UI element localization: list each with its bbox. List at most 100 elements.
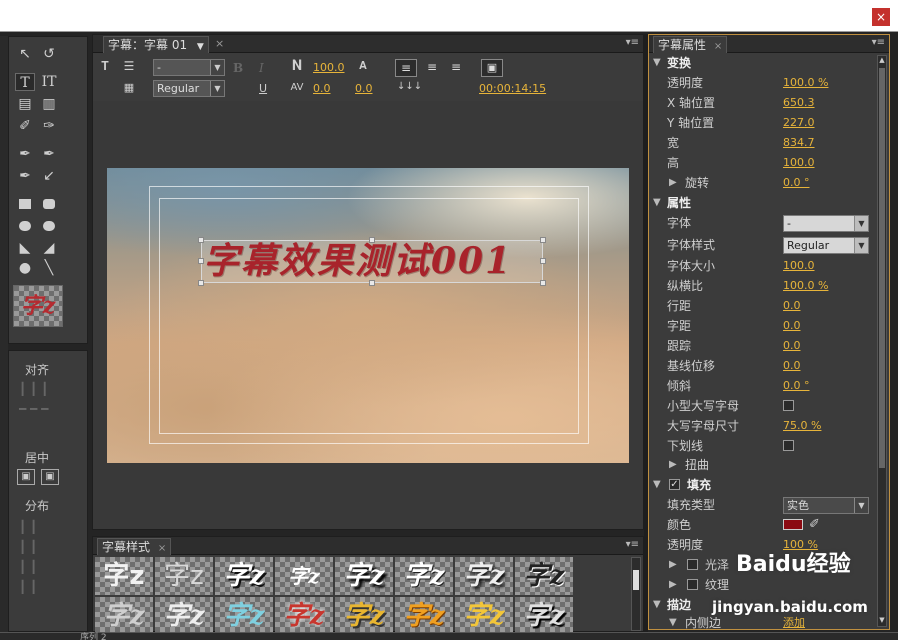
section-attributes[interactable]: ▼ 属性 [649,193,877,213]
chevron-down-icon[interactable]: ▼ [197,42,204,52]
type-tool-icon[interactable]: T [15,73,35,91]
fill-color-swatch[interactable] [783,519,803,530]
align-right-button[interactable]: ≡ [445,59,467,77]
scroll-thumb[interactable] [879,68,885,468]
style-swatch[interactable]: 字z [515,597,573,633]
roll-crawl-options-icon[interactable]: ☰ [119,57,139,75]
align-center-button[interactable]: ≡ [421,59,443,77]
clipped-rect-tool-icon[interactable] [19,221,31,231]
style-swatch[interactable]: 字z [455,557,513,595]
prop-rotation[interactable]: ▶ 旋转 0.0 ° [649,173,877,193]
sequence-tab-label[interactable]: 序列 2 [80,630,107,640]
area-type-tool-icon[interactable]: ▤ [15,95,35,113]
templates-icon[interactable]: ▦ [119,79,139,97]
path-type-tool-icon[interactable]: ✐ [15,117,35,135]
tab-title-properties[interactable]: 字幕属性 × [653,36,728,53]
section-fill[interactable]: ▼ ✓ 填充 [649,475,877,495]
style-swatch[interactable]: 字z [215,557,273,595]
prop-kerning-value[interactable]: 0.0 [783,316,801,336]
font-dropdown[interactable]: - ▼ [783,215,869,232]
pen-tool-icon[interactable]: ✒ [15,145,35,163]
style-swatch[interactable]: 字z [215,597,273,633]
prop-baseline-value[interactable]: 0.0 [783,356,801,376]
prop-height-value[interactable]: 100.0 [783,153,815,173]
vertical-path-type-tool-icon[interactable]: ✑ [39,117,59,135]
window-close-button[interactable]: × [872,8,890,26]
style-swatch[interactable]: 字z [395,557,453,595]
smallcaps-checkbox[interactable] [783,400,794,411]
fill-type-dropdown[interactable]: 实色 ▼ [783,497,869,514]
panel-menu-icon[interactable]: ▾≡ [626,539,639,550]
bold-button[interactable]: B [233,61,243,75]
center-horizontal-button[interactable]: ▣ [17,469,35,485]
font-size-value[interactable]: 100.0 [313,61,345,74]
style-swatch[interactable]: 字z [395,597,453,633]
prop-ypos-value[interactable]: 227.0 [783,113,815,133]
title-canvas[interactable]: 字幕效果测试001 [107,168,629,463]
tab-close-icon[interactable]: × [714,41,722,52]
caption-text[interactable]: 字幕效果测试001 [203,232,512,284]
add-anchor-tool-icon[interactable]: ✒ [15,167,35,185]
align-left-button[interactable]: ≡ [395,59,417,77]
italic-button[interactable]: I [259,61,264,75]
tab-close-icon[interactable]: × [158,543,166,554]
tab-title-styles[interactable]: 字幕样式 × [97,538,172,555]
scroll-down-arrow[interactable]: ▼ [878,616,886,626]
selection-tool-icon[interactable]: ↖ [15,45,35,63]
prop-tracking-value[interactable]: 0.0 [783,336,801,356]
ellipse-tool-icon[interactable]: ● [15,259,35,277]
font-style-dropdown[interactable]: Regular ▼ [153,80,225,97]
timecode-value[interactable]: 00:00:14:15 [479,82,546,95]
underline-button[interactable]: U [259,82,267,95]
style-swatch[interactable]: 字z [95,557,153,595]
align-row-2[interactable]: ━ ━ ━ [19,399,69,419]
resize-handle[interactable] [540,237,546,243]
underline-checkbox[interactable] [783,440,794,451]
style-swatch[interactable]: 字z [155,557,213,595]
rounded-rect-tool-icon[interactable] [43,199,55,209]
fill-checkbox[interactable]: ✓ [669,479,680,490]
rotation-tool-icon[interactable]: ↺ [39,45,59,63]
title-from-template-icon[interactable]: 𝐓 [95,57,115,75]
style-swatch[interactable]: 字z [275,557,333,595]
scroll-up-arrow[interactable]: ▲ [878,56,886,66]
properties-scrollbar[interactable]: ▲ ▼ [877,55,887,627]
styles-scrollbar[interactable] [631,557,641,631]
style-swatch[interactable]: 字z [335,597,393,633]
font-style-prop-dropdown[interactable]: Regular ▼ [783,237,869,254]
kerning-value[interactable]: 0.0 [313,82,331,95]
prop-width-value[interactable]: 834.7 [783,133,815,153]
line-tool-icon[interactable]: ╲ [39,259,59,277]
prop-smallcaps-size-value[interactable]: 75.0 % [783,416,821,436]
prop-texture[interactable]: ▶ 纹理 [649,575,877,595]
show-background-video-button[interactable]: ▣ [481,59,503,77]
style-swatch[interactable]: 字z [515,557,573,595]
style-swatch[interactable]: 字z [95,597,153,633]
font-family-dropdown[interactable]: - ▼ [153,59,225,76]
delete-anchor-tool-icon[interactable]: ✒ [39,145,59,163]
style-swatch[interactable]: 字z [275,597,333,633]
tab-title-01[interactable]: 字幕：字幕 01 ▼ [103,36,209,53]
section-transform[interactable]: ▼ 变换 [649,53,877,73]
arc-tool-icon[interactable]: ◢ [39,239,59,257]
tab-close-icon[interactable]: × [215,37,224,50]
wedge-tool-icon[interactable]: ◣ [15,239,35,257]
panel-menu-icon[interactable]: ▾≡ [872,37,885,48]
style-swatch[interactable]: 字z [155,597,213,633]
prop-rotation-value[interactable]: 0.0 ° [783,173,810,193]
rectangle-tool-icon[interactable] [19,199,31,209]
rounded-corner-tool-icon[interactable] [43,221,55,231]
texture-checkbox[interactable] [687,579,698,590]
prop-font-size-value[interactable]: 100.0 [783,256,815,276]
tab-stops-icon[interactable]: ↓↓↓ [397,81,422,92]
resize-handle[interactable] [540,280,546,286]
prop-xpos-value[interactable]: 650.3 [783,93,815,113]
resize-handle[interactable] [540,258,546,264]
style-swatch[interactable]: 字z [455,597,513,633]
sheen-checkbox[interactable] [687,559,698,570]
vertical-area-type-tool-icon[interactable]: ▥ [39,95,59,113]
eyedropper-icon[interactable]: ✐ [809,515,820,535]
leading-value[interactable]: 0.0 [355,82,373,95]
prop-aspect-value[interactable]: 100.0 % [783,276,828,296]
prop-leading-value[interactable]: 0.0 [783,296,801,316]
